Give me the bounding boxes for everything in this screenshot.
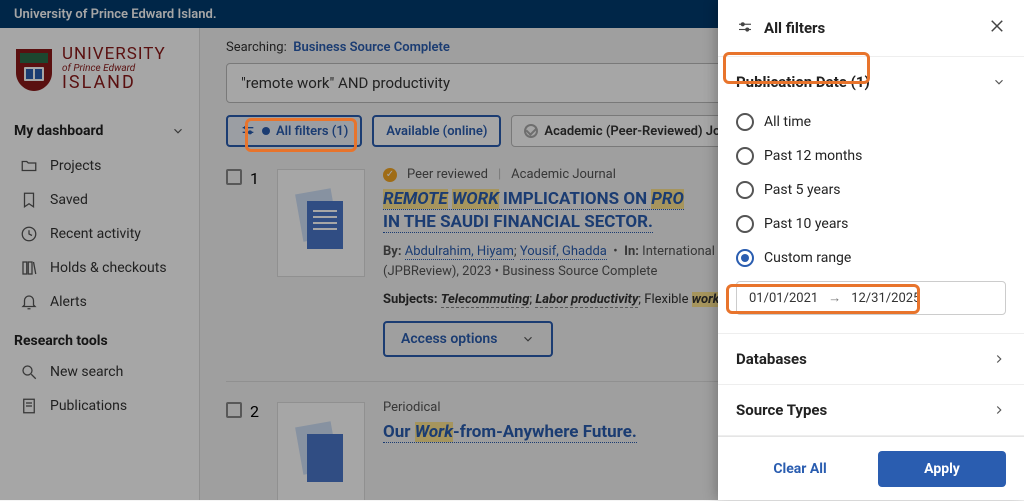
sidebar: UNIVERSITY of Prince Edward ISLAND My da… (0, 28, 200, 500)
search-icon (20, 363, 38, 381)
source-link[interactable]: Business Source Complete (293, 40, 450, 55)
chevron-right-icon (992, 403, 1006, 417)
source-types-toggle[interactable]: Source Types (718, 385, 1024, 436)
panel-footer: Clear All Apply (718, 436, 1024, 501)
arrow-right-icon: → (828, 290, 841, 306)
result-type: Periodical (383, 400, 441, 415)
result-thumbnail (277, 402, 365, 500)
result-number: 1 (250, 169, 259, 188)
logo-text: UNIVERSITY of Prince Edward ISLAND (62, 46, 166, 93)
access-options-button[interactable]: Access options (383, 321, 553, 357)
date-to: 12/31/2025 (851, 291, 920, 306)
publication-date-body: All time Past 12 months Past 5 years Pas… (718, 101, 1024, 327)
dashboard-label: My dashboard (14, 123, 103, 139)
document-icon (20, 397, 38, 415)
publication-date-section: Publication Date (1) All time Past 12 mo… (718, 57, 1024, 334)
author-link[interactable]: Abdulrahim, Hiyam (405, 244, 514, 260)
institution-logo[interactable]: UNIVERSITY of Prince Edward ISLAND (0, 28, 199, 113)
result-thumbnail (277, 169, 365, 277)
radio-custom-range[interactable]: Custom range (736, 241, 1006, 275)
history-icon (20, 225, 38, 243)
bell-icon (20, 293, 38, 311)
databases-toggle[interactable]: Databases (718, 334, 1024, 385)
sidebar-item-publications[interactable]: Publications (0, 389, 199, 423)
books-icon (20, 259, 38, 277)
all-filters-chip[interactable]: All filters (1) (226, 115, 362, 147)
chevron-down-icon (171, 124, 185, 138)
result-marker: 1 (226, 167, 259, 357)
apply-button[interactable]: Apply (878, 451, 1006, 487)
clear-all-button[interactable]: Clear All (736, 461, 864, 477)
active-dot-icon (262, 127, 270, 135)
check-circle-icon (524, 124, 538, 138)
shield-icon (14, 47, 54, 93)
close-button[interactable] (988, 16, 1006, 40)
chevron-down-icon (992, 75, 1006, 89)
sidebar-item-holds[interactable]: Holds & checkouts (0, 251, 199, 285)
result-type: Academic Journal (511, 167, 616, 182)
pages-icon (291, 187, 351, 259)
close-icon (988, 17, 1006, 35)
radio-all-time[interactable]: All time (736, 105, 1006, 139)
result-number: 2 (250, 402, 259, 421)
result-checkbox[interactable] (226, 169, 242, 185)
research-tools-heading: Research tools (0, 319, 199, 355)
chevron-down-icon (521, 332, 535, 346)
sidebar-item-newsearch[interactable]: New search (0, 355, 199, 389)
result-checkbox[interactable] (226, 402, 242, 418)
tune-icon (240, 123, 256, 139)
panel-title: All filters (764, 19, 978, 37)
panel-header: All filters (718, 0, 1024, 57)
pages-icon (291, 420, 351, 492)
date-from: 01/01/2021 (749, 291, 818, 306)
sidebar-item-projects[interactable]: Projects (0, 149, 199, 183)
publication-date-toggle[interactable]: Publication Date (1) (718, 63, 1024, 101)
all-filters-panel: All filters Publication Date (1) All tim… (718, 0, 1024, 500)
peer-reviewed-label: Peer reviewed (407, 167, 488, 182)
sidebar-item-alerts[interactable]: Alerts (0, 285, 199, 319)
available-online-chip[interactable]: Available (online) (372, 115, 501, 147)
date-range-inputs[interactable]: 01/01/2021 → 12/31/2025 (736, 281, 1006, 315)
folder-icon (20, 157, 38, 175)
sidebar-item-recent[interactable]: Recent activity (0, 217, 199, 251)
bookmark-icon (20, 191, 38, 209)
radio-past-10[interactable]: Past 10 years (736, 207, 1006, 241)
author-link[interactable]: Yousif, Ghadda (520, 244, 607, 260)
peer-reviewed-icon: ✓ (383, 168, 397, 182)
tune-icon (736, 19, 754, 37)
radio-past-5[interactable]: Past 5 years (736, 173, 1006, 207)
my-dashboard-toggle[interactable]: My dashboard (0, 113, 199, 149)
institution-name: University of Prince Edward Island. (14, 7, 217, 22)
chevron-right-icon (992, 352, 1006, 366)
radio-past-12[interactable]: Past 12 months (736, 139, 1006, 173)
sidebar-item-saved[interactable]: Saved (0, 183, 199, 217)
result-marker: 2 (226, 400, 259, 500)
